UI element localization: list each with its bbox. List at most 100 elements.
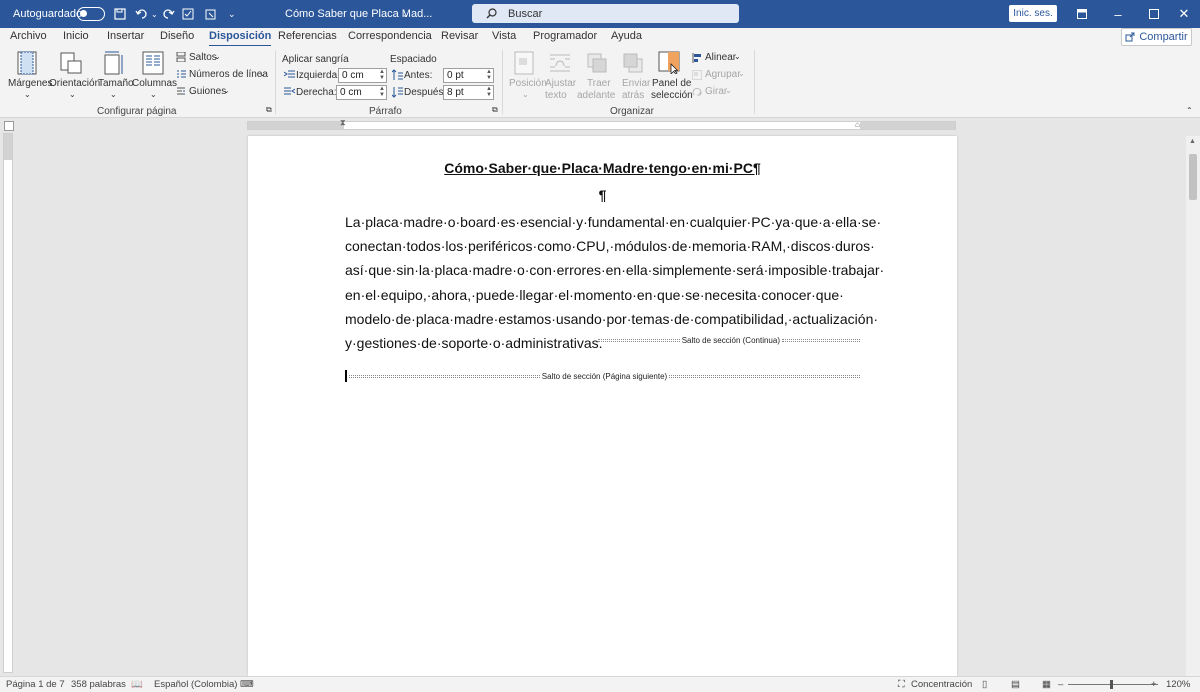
tab-programador[interactable]: Programador <box>533 30 597 42</box>
tab-referencias[interactable]: Referencias <box>278 30 337 42</box>
orientation-dropdown-icon: ⌄ <box>69 90 76 99</box>
horizontal-ruler[interactable]: ⧗ ⌂ <box>247 118 956 130</box>
undo-icon[interactable] <box>135 0 149 28</box>
tab-disposicion[interactable]: Disposición <box>209 30 272 47</box>
focus-mode[interactable]: Concentración <box>911 679 972 690</box>
read-mode-icon[interactable]: ▯ <box>982 679 987 690</box>
tab-vista[interactable]: Vista <box>492 30 516 42</box>
scroll-up-icon[interactable]: ▲ <box>1189 138 1196 145</box>
line-numbers-icon <box>177 70 186 78</box>
position-dropdown-icon: ⌄ <box>522 90 529 99</box>
right-indent-marker-icon[interactable]: ⌂ <box>855 120 860 129</box>
proofing-icon[interactable]: 📖 <box>131 679 143 690</box>
tab-revisar[interactable]: Revisar <box>441 30 478 42</box>
tab-inicio[interactable]: Inicio <box>63 30 89 42</box>
ribbon: Márgenes ⌄ Orientación ⌄ Tamaño ⌄ Column… <box>0 46 1200 118</box>
document-title-heading[interactable]: Cómo·Saber·que·Placa·Madre·tengo·en·mi·P… <box>345 160 860 176</box>
minimize-icon[interactable]: – <box>1100 0 1136 28</box>
page-setup-launcher-icon[interactable]: ⧉ <box>266 105 272 115</box>
selection-pane-label-1: Panel de <box>652 78 692 89</box>
language[interactable]: Español (Colombia) <box>154 679 237 690</box>
zoom-slider[interactable] <box>1068 684 1158 685</box>
page-count[interactable]: Página 1 de 7 <box>6 679 65 690</box>
bring-forward-label-2: adelante <box>577 90 616 101</box>
focus-icon[interactable]: ⛶ <box>898 679 905 690</box>
dotted-line <box>598 339 680 342</box>
save-icon[interactable] <box>114 0 126 28</box>
breaks-dropdown-icon: ⌄ <box>214 52 221 61</box>
bring-forward-label-1: Traer <box>587 78 611 89</box>
wrap-text-label-1: Ajustar <box>545 78 577 89</box>
search-box[interactable]: Buscar <box>472 4 739 23</box>
columns-dropdown-icon: ⌄ <box>150 90 157 99</box>
section-break-next-page: Salto de sección (Página siguiente) <box>345 370 861 382</box>
zoom-out-icon[interactable]: – <box>1058 679 1063 690</box>
section-break-continuous: Salto de sección (Continua) <box>598 336 860 345</box>
redo-icon[interactable] <box>161 0 175 28</box>
wrap-text-icon <box>550 54 570 72</box>
spacing-after-input[interactable]: 8 pt ▲ ▼ <box>443 85 494 100</box>
group-separator <box>502 50 503 114</box>
document-page[interactable]: Cómo·Saber·que·Placa·Madre·tengo·en·mi·P… <box>248 136 957 676</box>
vertical-ruler[interactable] <box>3 133 13 673</box>
group-label-page-setup: Configurar página <box>97 106 177 117</box>
title-dropdown-icon[interactable]: ⌄ <box>402 0 409 28</box>
tab-archivo[interactable]: Archivo <box>10 30 47 42</box>
close-icon[interactable]: ✕ <box>1166 0 1200 28</box>
selection-pane-icon <box>658 51 680 74</box>
share-icon <box>1125 32 1135 42</box>
send-backward-label-2: atrás <box>622 90 645 101</box>
group-dropdown-icon: ⌄ <box>738 69 745 78</box>
dotted-line <box>349 374 540 378</box>
word-count[interactable]: 358 palabras <box>71 679 126 690</box>
ruler-margin-right <box>860 122 955 129</box>
size-dropdown-icon: ⌄ <box>110 90 117 99</box>
size-label: Tamaño <box>98 78 134 89</box>
print-layout-icon[interactable]: ▤ <box>1011 679 1020 690</box>
undo-dropdown-icon[interactable]: ⌄ <box>151 0 158 28</box>
body-paragraph[interactable]: La·placa·madre·o·board·es·esencial·y·fun… <box>345 210 884 355</box>
indent-left-input[interactable]: 0 cm ▲ ▼ <box>338 68 387 83</box>
indent-right-input[interactable]: 0 cm ▲ ▼ <box>336 85 387 100</box>
collapse-ribbon-icon[interactable]: ⌃ <box>1186 106 1193 115</box>
zoom-in-icon[interactable]: + <box>1151 679 1157 690</box>
indent-right-value: 0 cm <box>340 87 362 98</box>
tab-diseno[interactable]: Diseño <box>160 30 194 42</box>
share-label: Compartir <box>1139 31 1188 43</box>
tab-selector[interactable] <box>4 121 14 131</box>
bring-forward-icon <box>587 53 607 73</box>
zoom-level[interactable]: 120% <box>1166 679 1190 690</box>
rotate-dropdown-icon: ⌄ <box>725 86 732 95</box>
tab-ayuda[interactable]: Ayuda <box>611 30 642 42</box>
spelling-icon[interactable] <box>182 0 194 28</box>
margins-label: Márgenes <box>8 78 53 89</box>
scrollbar-thumb[interactable] <box>1189 154 1197 200</box>
rotate-icon <box>692 87 702 96</box>
columns-label: Columnas <box>132 78 178 89</box>
spacing-before-input[interactable]: 0 pt ▲ ▼ <box>443 68 494 83</box>
paragraph-mark[interactable]: ¶ <box>345 187 860 203</box>
customize-toolbar-icon[interactable]: ⌄ <box>228 0 236 28</box>
share-button[interactable]: Compartir <box>1121 28 1192 46</box>
autosave-toggle[interactable] <box>77 0 105 28</box>
tab-insertar[interactable]: Insertar <box>107 30 144 42</box>
accessibility-icon[interactable]: ⌨ <box>240 679 254 690</box>
indent-left-label: Izquierda: <box>296 70 340 81</box>
indent-right-icon <box>284 87 295 95</box>
sign-in-button[interactable]: Inic. ses. <box>1009 5 1057 22</box>
web-layout-icon[interactable]: ▦ <box>1042 679 1051 690</box>
group-label-paragraph: Párrafo <box>369 106 402 117</box>
group-separator <box>754 50 755 114</box>
new-window-icon[interactable] <box>205 0 216 28</box>
tab-correspondencia[interactable]: Correspondencia <box>348 30 432 42</box>
align-dropdown-icon: ⌄ <box>734 52 741 61</box>
spacing-after-value: 8 pt <box>447 87 464 98</box>
paragraph-launcher-icon[interactable]: ⧉ <box>492 105 498 115</box>
autosave-label: Autoguardado <box>13 8 83 20</box>
ruler-margin-left <box>248 122 344 129</box>
vertical-scrollbar[interactable]: ▲ <box>1186 136 1200 676</box>
zoom-slider-thumb[interactable] <box>1110 680 1113 689</box>
ribbon-display-icon[interactable] <box>1064 0 1100 28</box>
indent-marker-icon[interactable]: ⧗ <box>340 118 346 128</box>
breaks-icon <box>176 52 186 62</box>
